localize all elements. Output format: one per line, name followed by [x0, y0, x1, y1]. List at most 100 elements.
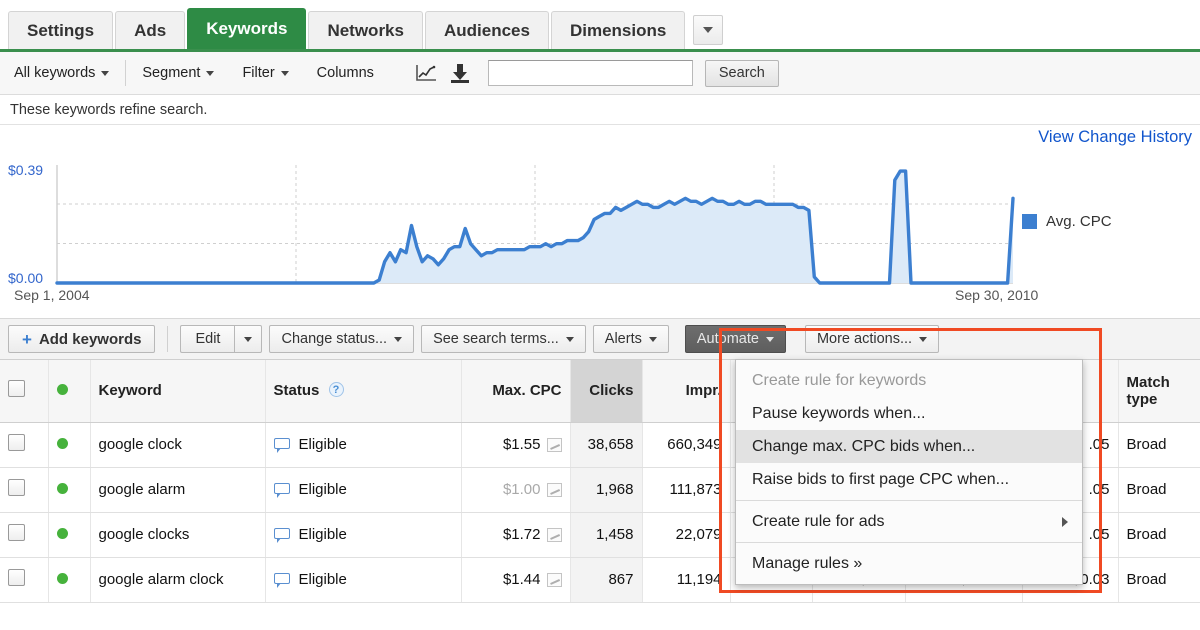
subtoolbar-icons [414, 62, 472, 84]
header-max-cpc[interactable]: Max. CPC [461, 360, 571, 423]
bid-simulator-icon[interactable] [546, 482, 562, 497]
more-actions-button[interactable]: More actions... [804, 325, 940, 353]
legend-label-avg-cpc: Avg. CPC [1046, 213, 1112, 230]
tab-dimensions[interactable]: Dimensions [550, 11, 686, 49]
cell-max-cpc: $1.44 [461, 557, 571, 603]
max-cpc-value: $1.44 [502, 571, 541, 588]
status-text: Eligible [298, 571, 347, 588]
bid-simulator-icon[interactable] [546, 572, 562, 587]
cell-status: Eligible [265, 557, 462, 603]
bid-simulator-icon[interactable] [546, 527, 562, 542]
segment-dropdown[interactable]: Segment [128, 52, 228, 94]
row-checkbox[interactable] [8, 434, 25, 451]
header-label: Max. CPC [492, 382, 562, 400]
row-status-dot-cell [48, 422, 91, 468]
search-button[interactable]: Search [704, 59, 779, 87]
cell-max-cpc: $1.55 [461, 422, 571, 468]
automate-button[interactable]: Automate [684, 325, 786, 353]
status-bubble-icon [273, 527, 291, 543]
tab-audiences[interactable]: Audiences [424, 11, 549, 49]
status-text: Eligible [298, 526, 347, 543]
alerts-button[interactable]: Alerts [592, 325, 669, 353]
add-keywords-button[interactable]: + Add keywords [8, 325, 156, 353]
row-status-dot-cell [48, 557, 91, 603]
cell-clicks: 38,658 [570, 422, 643, 468]
refine-notice-text: These keywords refine search. [10, 101, 208, 118]
tab-settings[interactable]: Settings [8, 11, 114, 49]
header-clicks[interactable]: Clicks [570, 360, 643, 423]
chart-legend: Avg. CPC [1022, 213, 1112, 230]
columns-button[interactable]: Columns [303, 52, 388, 94]
cell-keyword: google clock [90, 422, 266, 468]
download-icon[interactable] [448, 62, 472, 84]
automate-label: Automate [696, 331, 759, 347]
header-match-type[interactable]: Match type [1118, 360, 1200, 423]
cell-keyword: google alarm [90, 467, 266, 513]
edit-label: Edit [195, 331, 221, 347]
row-select-cell [0, 422, 49, 468]
tab-label: Networks [327, 20, 404, 40]
menu-item-label: Change max. CPC bids when... [752, 437, 976, 455]
edit-dropdown-button[interactable] [234, 325, 263, 353]
header-keyword[interactable]: Keyword [90, 360, 266, 423]
cell-impr: 660,349 [642, 422, 731, 468]
tab-keywords[interactable]: Keywords [187, 8, 307, 49]
bid-simulator-icon[interactable] [546, 437, 562, 452]
header-impr[interactable]: Impr. [642, 360, 731, 423]
header-label: Match type [1126, 373, 1170, 408]
menu-divider [736, 542, 1082, 543]
tab-label: Dimensions [569, 20, 667, 40]
chevron-down-icon [648, 336, 657, 342]
alerts-label: Alerts [604, 331, 642, 347]
cell-clicks: 1,968 [570, 467, 643, 513]
row-checkbox[interactable] [8, 524, 25, 541]
filter-label: Filter [242, 65, 275, 81]
select-all-checkbox[interactable] [8, 380, 25, 398]
columns-label: Columns [316, 65, 374, 81]
view-change-history-link[interactable]: View Change History [1038, 128, 1192, 147]
row-checkbox[interactable] [8, 569, 25, 586]
header-label: Status [273, 382, 320, 400]
tab-label: Audiences [443, 20, 530, 40]
tab-ads[interactable]: Ads [115, 11, 186, 49]
change-status-button[interactable]: Change status... [269, 325, 415, 353]
cell-status: Eligible [265, 422, 462, 468]
menu-item-label: Raise bids to first page CPC when... [752, 470, 1010, 488]
all-keywords-dropdown[interactable]: All keywords [10, 52, 123, 94]
x-axis-start-label: Sep 1, 2004 [14, 287, 90, 303]
y-axis-min-label: $0.00 [8, 270, 44, 286]
more-tabs-button[interactable] [693, 15, 724, 45]
chevron-down-icon [244, 336, 253, 342]
menu-item[interactable]: Create rule for ads [736, 505, 1082, 538]
chevron-down-icon [565, 336, 574, 342]
menu-item[interactable]: Raise bids to first page CPC when... [736, 463, 1082, 496]
header-status[interactable]: Status ? [265, 360, 462, 423]
menu-item[interactable]: Manage rules » [736, 547, 1082, 580]
chevron-down-icon [703, 27, 714, 33]
row-checkbox[interactable] [8, 479, 25, 496]
add-keywords-label: Add keywords [38, 330, 142, 348]
line-chart-icon[interactable] [414, 62, 438, 84]
menu-item[interactable]: Pause keywords when... [736, 397, 1082, 430]
tab-label: Ads [134, 20, 167, 40]
cell-impr: 111,873 [642, 467, 731, 513]
menu-item[interactable]: Change max. CPC bids when... [736, 430, 1082, 463]
status-indicator-icon [56, 438, 68, 449]
adwords-keywords-page: Settings Ads Keywords Networks Audiences… [0, 0, 1200, 630]
submenu-arrow-icon [1062, 516, 1068, 527]
all-keywords-label: All keywords [14, 65, 96, 81]
divider [167, 326, 169, 352]
status-bubble-icon [273, 437, 291, 453]
menu-item-label: Pause keywords when... [752, 404, 926, 422]
filter-dropdown[interactable]: Filter [228, 52, 302, 94]
refine-notice: These keywords refine search. [0, 95, 1200, 125]
search-input[interactable] [487, 60, 693, 86]
see-search-terms-button[interactable]: See search terms... [421, 325, 586, 353]
status-help-icon[interactable]: ? [328, 382, 344, 398]
tab-networks[interactable]: Networks [308, 11, 423, 49]
automate-dropdown-menu[interactable]: Create rule for keywords Pause keywords w… [735, 359, 1083, 585]
status-bubble-icon [273, 482, 291, 498]
header-label: Clicks [589, 382, 634, 400]
edit-button[interactable]: Edit [180, 325, 235, 353]
menu-item: Create rule for keywords [736, 364, 1082, 397]
